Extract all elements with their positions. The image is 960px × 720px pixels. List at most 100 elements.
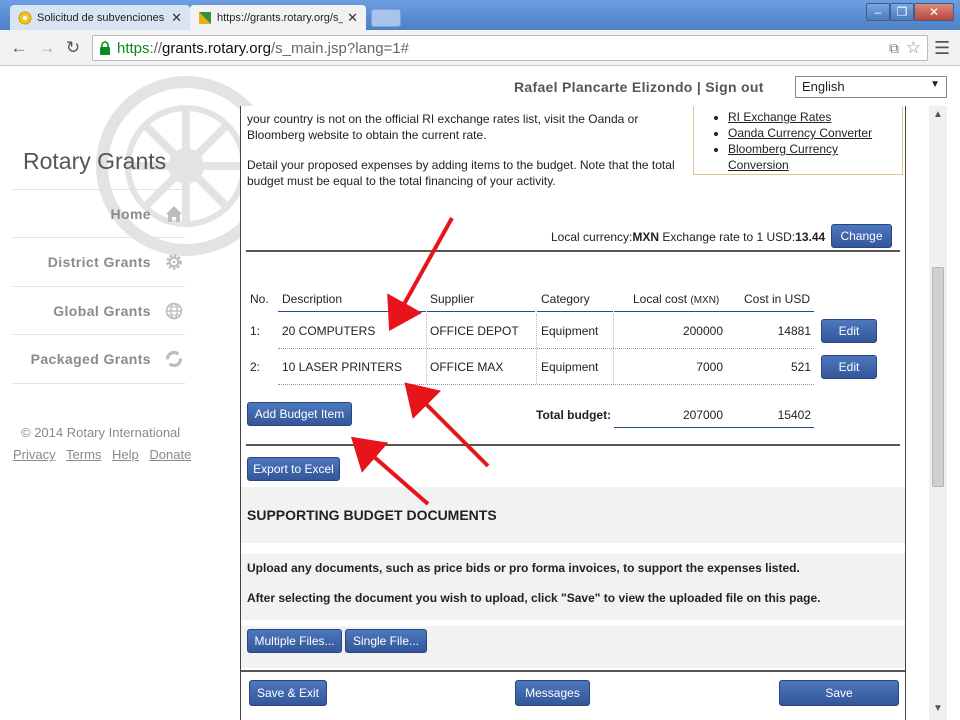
intro-paragraph: your country is not on the official RI e… bbox=[247, 112, 639, 142]
url-separator: :// bbox=[149, 39, 163, 57]
url-path: /s_main.jsp?lang=1# bbox=[270, 39, 409, 57]
messages-button[interactable]: Messages bbox=[515, 680, 590, 706]
vertical-scrollbar[interactable]: ▲ ▼ bbox=[929, 106, 947, 720]
local-currency-code: MXN bbox=[632, 230, 660, 244]
row-description: 10 LASER PRINTERS bbox=[282, 360, 403, 374]
single-file-button[interactable]: Single File... bbox=[345, 629, 427, 653]
scrollbar-thumb[interactable] bbox=[932, 267, 944, 487]
add-budget-item-button[interactable]: Add Budget Item bbox=[247, 402, 352, 426]
dropdown-arrow-icon: ▼ bbox=[930, 79, 940, 90]
maximize-icon[interactable]: ❐ bbox=[890, 3, 914, 21]
save-and-exit-button[interactable]: Save & Exit bbox=[249, 680, 327, 706]
globe-icon bbox=[165, 302, 183, 319]
total-local-cost: 207000 bbox=[682, 408, 723, 422]
header-underline bbox=[537, 311, 613, 312]
row-separator bbox=[278, 348, 814, 349]
gear-icon bbox=[166, 253, 182, 270]
forward-arrow-icon[interactable]: → bbox=[36, 37, 58, 59]
row-number: 1: bbox=[250, 324, 261, 338]
column-separator bbox=[536, 314, 537, 384]
row-usd-cost: 521 bbox=[790, 360, 811, 374]
page: Rafael Plancarte Elizondo | Sign out Eng… bbox=[0, 66, 960, 720]
oanda-converter-link[interactable]: Oanda Currency Converter bbox=[728, 125, 902, 141]
refresh-icon bbox=[165, 350, 183, 367]
row-supplier: OFFICE DEPOT bbox=[430, 324, 519, 338]
new-tab-button[interactable] bbox=[371, 9, 401, 27]
column-header-local-cost: Local cost (MXN) bbox=[633, 292, 719, 306]
tab-close-icon[interactable]: ✕ bbox=[347, 10, 358, 26]
row-usd-cost: 14881 bbox=[777, 324, 811, 338]
column-header-usd: Cost in USD bbox=[744, 292, 811, 306]
row-number: 2: bbox=[250, 360, 261, 374]
window-close-icon[interactable]: ✕ bbox=[914, 3, 954, 21]
row-separator bbox=[278, 384, 814, 385]
privacy-link[interactable]: Privacy bbox=[13, 447, 56, 462]
upload-instruction: Upload any documents, such as price bids… bbox=[247, 561, 800, 575]
edit-button-row-1[interactable]: Edit bbox=[821, 319, 877, 343]
local-cost-label: Local cost bbox=[633, 292, 688, 306]
export-to-excel-button[interactable]: Export to Excel bbox=[247, 457, 340, 481]
multiple-files-button[interactable]: Multiple Files... bbox=[247, 629, 342, 653]
tab-close-icon[interactable]: ✕ bbox=[171, 10, 182, 26]
minimize-icon[interactable]: – bbox=[866, 3, 890, 21]
address-bar[interactable]: https://grants.rotary.org/s_main.jsp?lan… bbox=[92, 35, 928, 61]
user-bar: Rafael Plancarte Elizondo | Sign out bbox=[514, 79, 764, 95]
sidebar-item-label: District Grants bbox=[47, 253, 151, 270]
home-icon bbox=[166, 205, 182, 222]
exchange-rate-label: Exchange rate to 1 USD: bbox=[662, 230, 796, 244]
row-local-cost: 7000 bbox=[696, 360, 723, 374]
sidebar-item-packaged-grants[interactable]: Packaged Grants bbox=[13, 334, 185, 382]
upload-instruction: After selecting the document you wish to… bbox=[247, 591, 821, 605]
tab-label: Solicitud de subvenciones | M bbox=[37, 11, 167, 24]
edit-button-row-2[interactable]: Edit bbox=[821, 355, 877, 379]
currency-info: Local currency:MXN Exchange rate to 1 US… bbox=[551, 230, 825, 244]
browser-titlebar: Solicitud de subvenciones | M ✕ https://… bbox=[0, 0, 960, 30]
section-divider bbox=[246, 444, 900, 446]
sidebar-item-global-grants[interactable]: Global Grants bbox=[13, 286, 185, 334]
column-header-no: No. bbox=[250, 292, 269, 306]
translate-icon[interactable]: ⧉ bbox=[889, 40, 899, 57]
terms-link[interactable]: Terms bbox=[66, 447, 101, 462]
intro-paragraph: Detail your proposed expenses by adding … bbox=[247, 158, 675, 188]
rotary-favicon-icon bbox=[18, 11, 32, 24]
change-currency-button[interactable]: Change bbox=[831, 224, 892, 248]
scroll-down-arrow-icon[interactable]: ▼ bbox=[933, 703, 943, 714]
header-underline bbox=[278, 311, 426, 312]
sign-out-link[interactable]: Sign out bbox=[705, 79, 763, 95]
lock-icon bbox=[100, 41, 110, 55]
scroll-up-arrow-icon[interactable]: ▲ bbox=[933, 109, 943, 120]
grants-favicon-icon bbox=[199, 11, 211, 24]
user-separator: | bbox=[696, 79, 702, 95]
donate-link[interactable]: Donate bbox=[149, 447, 191, 462]
column-header-supplier: Supplier bbox=[430, 292, 475, 306]
browser-menu-icon[interactable]: ☰ bbox=[934, 38, 950, 59]
main-content: your country is not on the official RI e… bbox=[240, 106, 906, 720]
bloomberg-conversion-link[interactable]: Bloomberg Currency Conversion bbox=[728, 141, 902, 173]
row-category: Equipment bbox=[541, 324, 599, 338]
header-underline bbox=[614, 311, 814, 312]
help-link[interactable]: Help bbox=[112, 447, 139, 462]
ri-exchange-rates-link[interactable]: RI Exchange Rates bbox=[728, 109, 902, 125]
sidebar-divider bbox=[13, 383, 185, 384]
back-arrow-icon[interactable]: ← bbox=[8, 37, 30, 59]
save-button[interactable]: Save bbox=[779, 680, 899, 706]
sidebar-item-label: Home bbox=[110, 205, 151, 222]
sidebar-item-district-grants[interactable]: District Grants bbox=[13, 237, 185, 285]
reload-icon[interactable]: ↻ bbox=[62, 37, 84, 59]
column-separator bbox=[426, 314, 427, 384]
total-underline bbox=[614, 427, 814, 428]
row-supplier: OFFICE MAX bbox=[430, 360, 504, 374]
row-description: 20 COMPUTERS bbox=[282, 324, 376, 338]
language-select[interactable]: English ▼ bbox=[795, 76, 947, 98]
total-usd-cost: 15402 bbox=[777, 408, 811, 422]
column-separator bbox=[613, 314, 614, 384]
browser-tab-solicitud[interactable]: Solicitud de subvenciones | M ✕ bbox=[10, 5, 190, 30]
sidebar-item-home[interactable]: Home bbox=[13, 189, 185, 237]
bookmark-star-icon[interactable]: ☆ bbox=[906, 38, 921, 58]
sidebar-item-label: Global Grants bbox=[53, 302, 151, 319]
language-value: English bbox=[802, 79, 845, 94]
browser-tab-grants[interactable]: https://grants.rotary.org/s_ ✕ bbox=[190, 5, 366, 30]
tab-label: https://grants.rotary.org/s_ bbox=[217, 11, 344, 24]
row-category: Equipment bbox=[541, 360, 599, 374]
header-underline bbox=[427, 311, 535, 312]
